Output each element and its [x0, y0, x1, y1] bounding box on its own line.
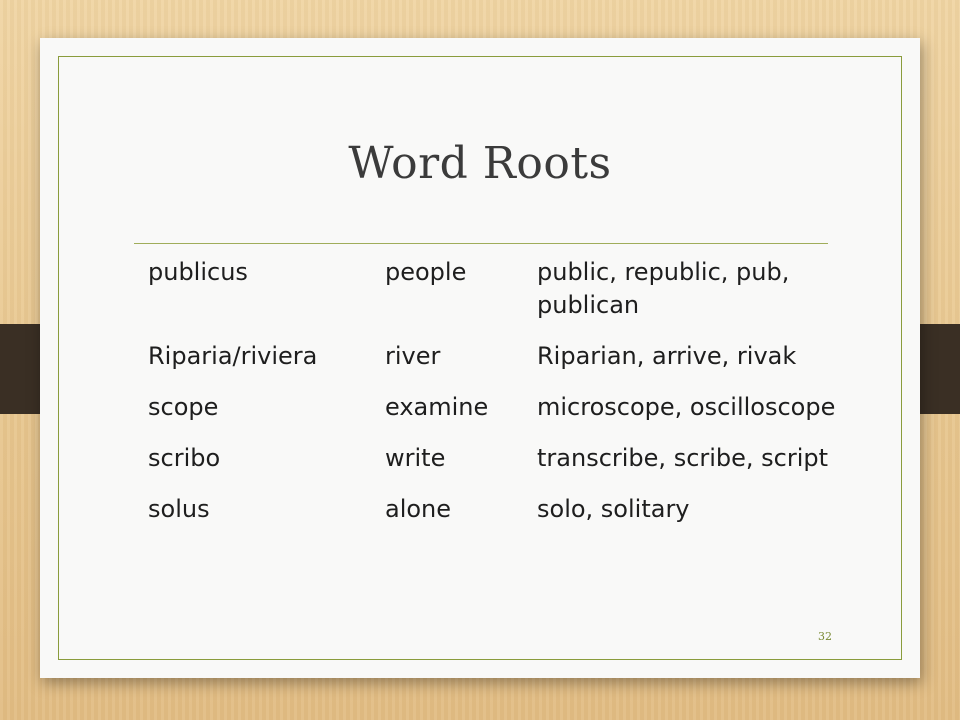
root-cell: publicus	[148, 258, 248, 286]
title-divider	[134, 243, 828, 244]
table-row: scope examine microscope, oscilloscope	[148, 391, 867, 442]
root-cell: Riparia/riviera	[148, 342, 318, 370]
slide-title: Word Roots	[348, 138, 612, 189]
slide-paper: Word Roots publicus people public, repub…	[40, 38, 920, 678]
root-cell: scribo	[148, 444, 221, 472]
meaning-cell: people	[385, 258, 467, 286]
examples-cell: solo, solitary	[537, 495, 690, 523]
word-roots-table: publicus people public, republic, pub, p…	[148, 256, 867, 544]
table-row: scribo write transcribe, scribe, script	[148, 442, 867, 493]
root-cell: scope	[148, 393, 219, 421]
meaning-cell: alone	[385, 495, 452, 523]
meaning-cell: examine	[385, 393, 489, 421]
meaning-cell: write	[385, 444, 446, 472]
examples-cell: transcribe, scribe, script	[537, 444, 829, 472]
table-row: publicus people public, republic, pub, p…	[148, 256, 867, 340]
examples-cell: Riparian, arrive, rivak	[537, 342, 797, 370]
table-row: solus alone solo, solitary	[148, 493, 867, 544]
examples-cell: microscope, oscilloscope	[537, 393, 836, 421]
root-cell: solus	[148, 495, 210, 523]
meaning-cell: river	[385, 342, 441, 370]
page-number: 32	[818, 630, 832, 643]
table-row: Riparia/riviera river Riparian, arrive, …	[148, 340, 867, 391]
examples-cell: public, republic, pub, publican	[537, 258, 790, 319]
